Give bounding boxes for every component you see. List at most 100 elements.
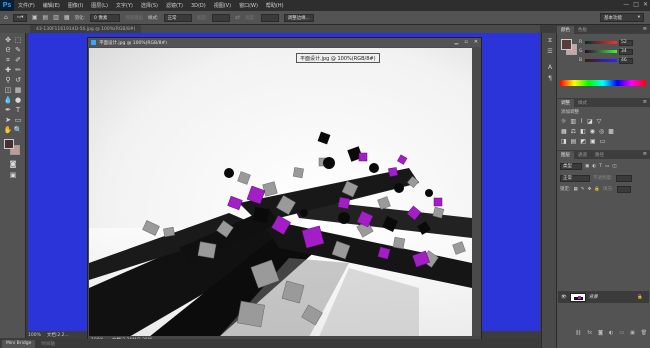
- channel-mixer-icon[interactable]: ◎: [599, 128, 604, 135]
- filter-type-icon[interactable]: T: [599, 164, 602, 169]
- tab-channels[interactable]: 通道: [574, 151, 591, 159]
- invert-icon[interactable]: ◨: [561, 138, 567, 145]
- tab-styles[interactable]: 样式: [574, 99, 591, 107]
- type-tool-icon[interactable]: T: [13, 106, 23, 115]
- add-mask-icon[interactable]: ◙: [598, 330, 603, 336]
- document-title-bar[interactable]: 平面设计.jpg @ 100%(RGB/8#) ▁ ▫ ✕: [88, 38, 481, 47]
- curves-icon[interactable]: ⌇: [580, 118, 583, 125]
- red-slider[interactable]: [585, 41, 617, 44]
- filter-adjust-icon[interactable]: ◐: [592, 164, 596, 169]
- fill-input[interactable]: [616, 185, 631, 193]
- doc-maximize-icon[interactable]: ▫: [464, 39, 467, 45]
- color-spectrum[interactable]: [560, 80, 646, 86]
- layer-background[interactable]: 👁 背景 🔒: [558, 291, 649, 303]
- move-tool-icon[interactable]: ✥: [3, 36, 13, 45]
- tab-layers[interactable]: 图层: [557, 151, 574, 159]
- link-layers-icon[interactable]: ⛓: [575, 330, 581, 336]
- maximize-button[interactable]: □: [633, 1, 639, 8]
- levels-icon[interactable]: ▥: [570, 118, 576, 125]
- brightness-icon[interactable]: ☼: [561, 118, 566, 125]
- visibility-eye-icon[interactable]: 👁: [561, 295, 567, 300]
- home-icon[interactable]: ⌂: [4, 14, 8, 21]
- threshold-icon[interactable]: ◩: [580, 138, 586, 145]
- menu-file[interactable]: 文件(F): [14, 2, 39, 9]
- selective-color-icon[interactable]: ▣: [590, 138, 596, 145]
- posterize-icon[interactable]: ▤: [571, 138, 577, 145]
- menu-image[interactable]: 图像(I): [64, 2, 87, 9]
- filter-smart-icon[interactable]: ◫: [612, 164, 616, 169]
- menu-window[interactable]: 窗口(W): [235, 2, 262, 9]
- swap-icon[interactable]: ⇄: [235, 14, 240, 21]
- filter-shape-icon[interactable]: ▭: [605, 164, 609, 169]
- lock-transparency-icon[interactable]: ▦: [574, 187, 578, 192]
- minimize-button[interactable]: —: [623, 1, 629, 8]
- lock-pixels-icon[interactable]: ✎: [581, 187, 585, 192]
- refine-edge-button[interactable]: 调整边缘...: [283, 13, 314, 22]
- tab-color[interactable]: 颜色: [557, 26, 574, 34]
- history-brush-tool-icon[interactable]: ↺: [13, 76, 23, 85]
- rectangle-tool-icon[interactable]: ▭: [13, 116, 23, 125]
- feather-input[interactable]: 0 像素: [90, 13, 121, 22]
- blue-slider-row[interactable]: B 46: [579, 57, 647, 64]
- menu-view[interactable]: 视图(V): [210, 2, 235, 9]
- quick-select-tool-icon[interactable]: ✎: [13, 46, 23, 55]
- layer-style-icon[interactable]: fx: [587, 330, 592, 336]
- menu-edit[interactable]: 编辑(E): [39, 2, 64, 9]
- screen-mode-icon[interactable]: ▣: [8, 171, 18, 180]
- rect-marquee-tool-icon[interactable]: ⬚: [13, 36, 23, 45]
- tab-adjustments[interactable]: 调整: [557, 99, 574, 107]
- main-zoom-value[interactable]: 100%: [28, 333, 41, 338]
- new-selection-icon[interactable]: ▣: [32, 14, 38, 21]
- menu-help[interactable]: 帮助(H): [262, 2, 288, 9]
- menu-3d[interactable]: 3D(D): [187, 3, 210, 9]
- hand-tool-icon[interactable]: ✋: [3, 126, 13, 135]
- color-lookup-icon[interactable]: ▩: [608, 128, 614, 135]
- main-doc-info[interactable]: 文档:2.2...: [47, 332, 69, 338]
- tab-mini-bridge[interactable]: Mini Bridge: [2, 339, 36, 348]
- style-select[interactable]: 正常: [163, 13, 192, 22]
- panel-menu-icon[interactable]: ≡: [643, 151, 647, 157]
- green-slider-row[interactable]: G 34: [579, 48, 647, 55]
- menu-filter[interactable]: 滤镜(T): [162, 2, 187, 9]
- new-group-icon[interactable]: ▭: [619, 330, 624, 336]
- gradient-tool-icon[interactable]: ▦: [13, 86, 23, 95]
- quick-mask-icon[interactable]: ◙: [8, 160, 18, 169]
- red-slider-row[interactable]: R 52: [579, 39, 647, 46]
- doc-minimize-icon[interactable]: ▁: [455, 39, 459, 45]
- vertical-scrollbar[interactable]: [472, 48, 481, 337]
- document-window[interactable]: 平面设计.jpg @ 100%(RGB/8#) ▁ ▫ ✕: [87, 37, 482, 345]
- green-slider[interactable]: [585, 50, 617, 53]
- filter-pixel-icon[interactable]: ▣: [585, 164, 589, 169]
- history-icon[interactable]: ⧖: [545, 36, 555, 45]
- path-select-tool-icon[interactable]: ➤: [3, 116, 13, 125]
- trash-icon[interactable]: 🗑: [641, 330, 647, 336]
- dodge-tool-icon[interactable]: ●: [13, 96, 23, 105]
- blend-mode-select[interactable]: 正常: [560, 174, 590, 182]
- crop-tool-icon[interactable]: ⌗: [3, 56, 13, 65]
- new-layer-icon[interactable]: ▣: [630, 330, 635, 336]
- red-value[interactable]: 52: [619, 39, 633, 46]
- workspace-switcher[interactable]: 基本功能 ▾: [600, 13, 644, 22]
- tab-timeline[interactable]: 时间轴: [37, 340, 59, 348]
- blue-value[interactable]: 46: [619, 57, 633, 64]
- menu-select[interactable]: 选择(S): [137, 2, 162, 9]
- vibrance-icon[interactable]: ▽: [597, 118, 602, 125]
- subtract-selection-icon[interactable]: ▥: [53, 14, 59, 21]
- new-adjustment-icon[interactable]: ◐: [609, 330, 613, 336]
- kind-filter-select[interactable]: 类型: [560, 162, 582, 170]
- exposure-icon[interactable]: ◪: [587, 118, 593, 125]
- lasso-tool-icon[interactable]: ᘓ: [3, 46, 13, 55]
- foreground-color-swatch[interactable]: [4, 139, 14, 149]
- panel-menu-icon[interactable]: ≡: [643, 99, 647, 105]
- pen-tool-icon[interactable]: ✒: [3, 106, 13, 115]
- properties-icon[interactable]: ☰: [545, 47, 555, 56]
- lock-position-icon[interactable]: ✥: [588, 187, 592, 192]
- eraser-tool-icon[interactable]: ◫: [3, 86, 13, 95]
- spot-healing-tool-icon[interactable]: ✚: [3, 66, 13, 75]
- paragraph-icon[interactable]: ¶: [545, 74, 555, 83]
- gradient-map-icon[interactable]: ▭: [600, 138, 606, 145]
- doc-close-icon[interactable]: ✕: [474, 39, 478, 45]
- black-white-icon[interactable]: ◧: [580, 128, 586, 135]
- tab-swatches[interactable]: 色板: [574, 26, 591, 34]
- width-input[interactable]: [212, 13, 231, 22]
